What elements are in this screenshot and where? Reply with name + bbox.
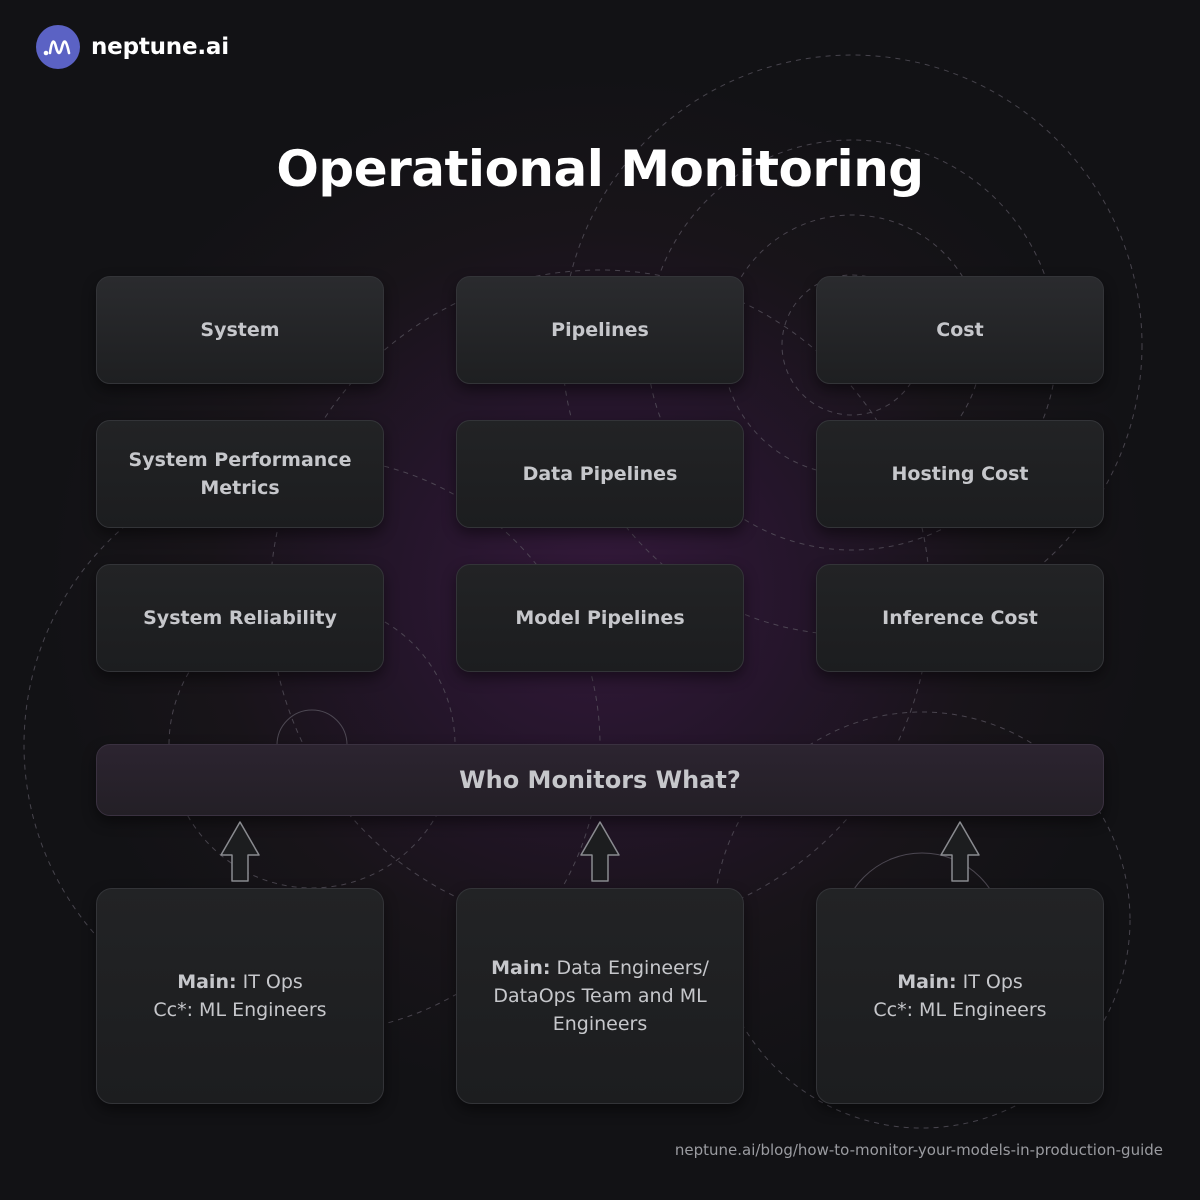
owner-card-pipelines: Main: Data Engineers/ DataOps Team and M… [456,888,744,1104]
item-label: System Reliability [143,607,337,629]
main-value: IT Ops [242,971,303,993]
arrow-up-icon [940,821,980,882]
main-value: IT Ops [962,971,1023,993]
cc-line: Cc*: ML Engineers [153,999,327,1021]
item-label: Data Pipelines [522,463,678,485]
arrow-up-icon [580,821,620,882]
item-label: Model Pipelines [515,607,685,629]
category-label: Cost [936,319,984,341]
item-card: Data Pipelines [456,420,744,528]
who-monitors-banner: Who Monitors What? [96,744,1104,816]
item-card: Inference Cost [816,564,1104,672]
banner-label: Who Monitors What? [459,766,741,794]
main-label: Main: [491,957,551,979]
item-card: System Reliability [96,564,384,672]
category-label: Pipelines [551,319,649,341]
main-label: Main: [177,971,237,993]
item-card: Hosting Cost [816,420,1104,528]
owner-card-cost: Main: IT Ops Cc*: ML Engineers [816,888,1104,1104]
page-title: Operational Monitoring [276,140,924,198]
brand-name: neptune.ai [91,34,229,60]
main-label: Main: [897,971,957,993]
item-label: System Performance Metrics [128,449,352,499]
brand-logo: neptune.ai [36,25,229,69]
source-url: neptune.ai/blog/how-to-monitor-your-mode… [674,1141,1163,1159]
category-card-cost: Cost [816,276,1104,384]
category-card-system: System [96,276,384,384]
category-label: System [200,319,280,341]
arrow-up-icon [220,821,260,882]
cc-line: Cc*: ML Engineers [873,999,1047,1021]
owner-card-system: Main: IT Ops Cc*: ML Engineers [96,888,384,1104]
item-label: Hosting Cost [891,463,1029,485]
item-card: System Performance Metrics [96,420,384,528]
item-label: Inference Cost [882,607,1038,629]
wave-icon [36,25,80,69]
category-card-pipelines: Pipelines [456,276,744,384]
item-card: Model Pipelines [456,564,744,672]
